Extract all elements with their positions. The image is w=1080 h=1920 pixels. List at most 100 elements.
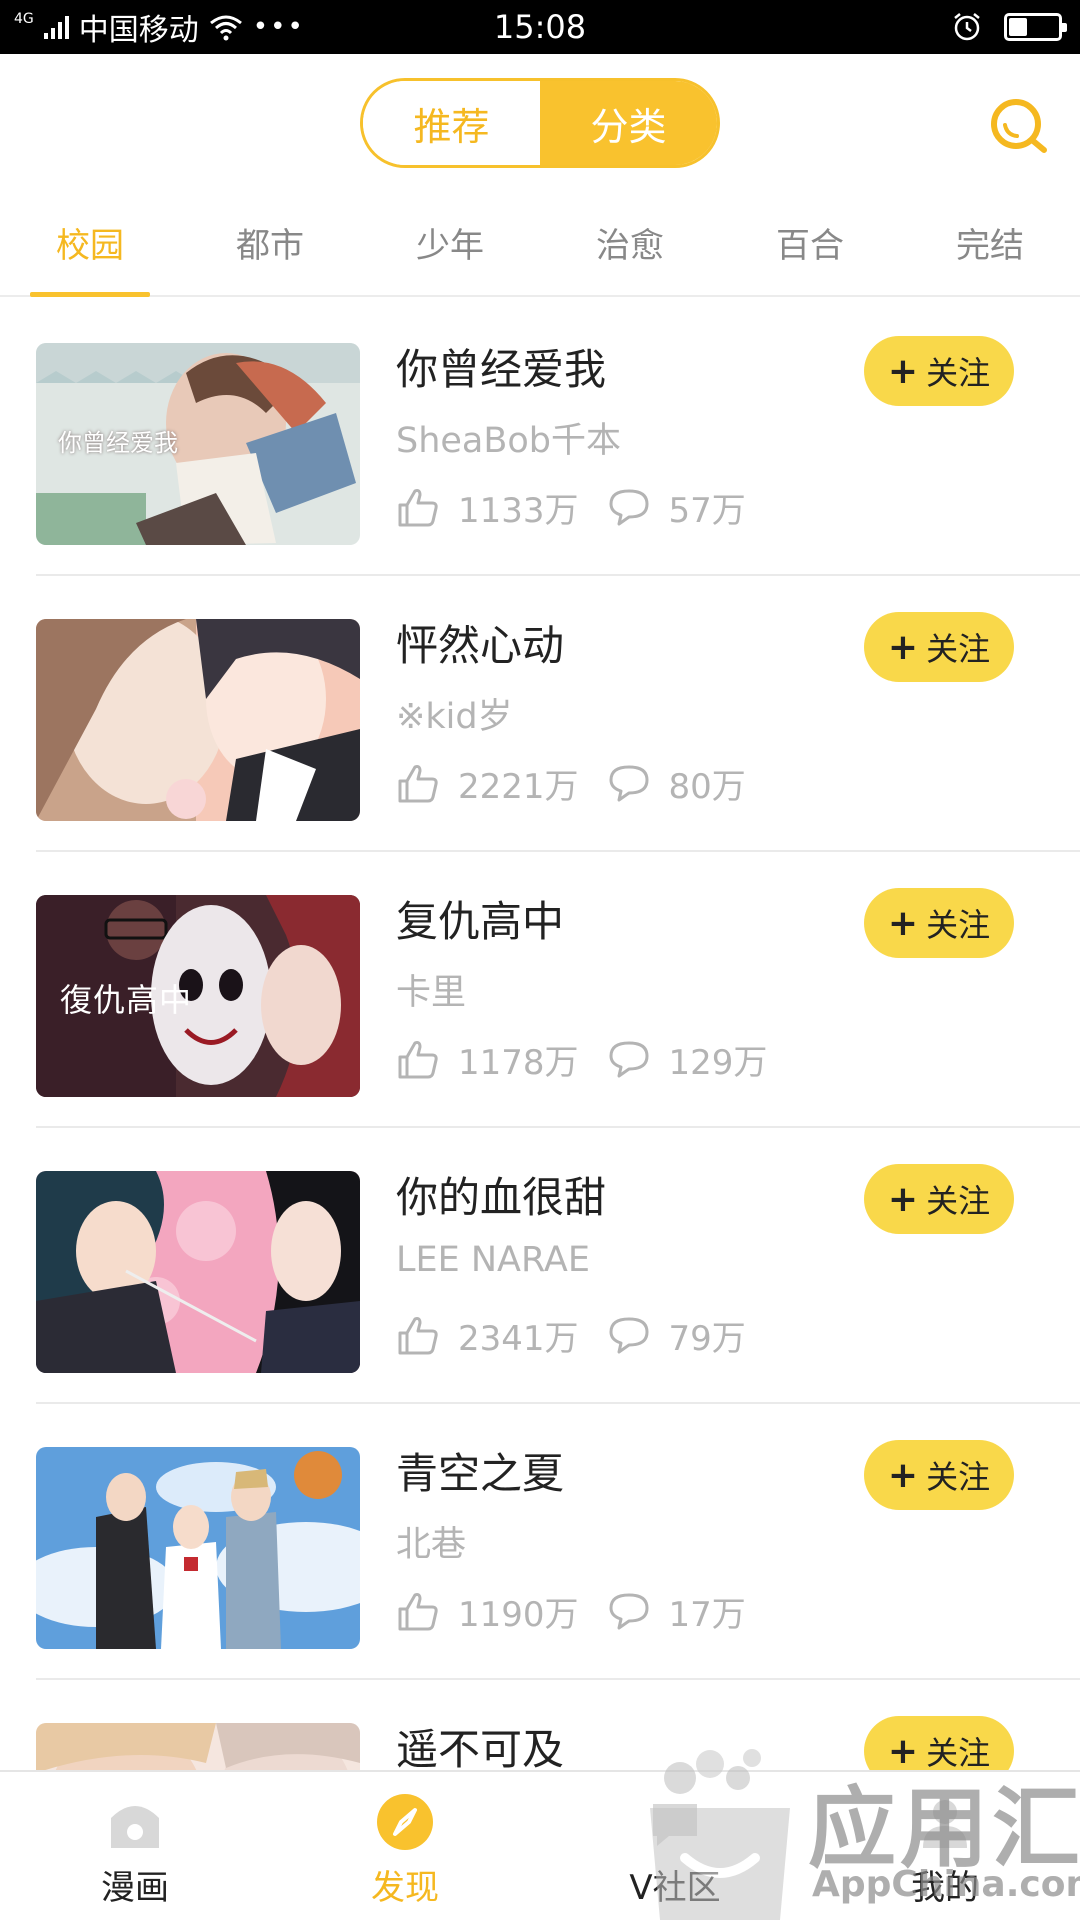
comic-stats: 2341万 79万 [396, 1313, 774, 1359]
list-item[interactable]: 怦然心动 ※kid岁 2221万 80万 + 关注 [0, 576, 1080, 852]
like-icon [398, 1317, 438, 1355]
tab-youth[interactable]: 少年 [380, 218, 520, 267]
status-bar: 4G 中国移动 ••• 15:08 [0, 0, 1080, 54]
home-icon [111, 1806, 159, 1848]
comic-author: SheaBob千本 [396, 421, 622, 461]
plus-icon: + [887, 902, 919, 944]
follow-label: 关注 [926, 906, 991, 944]
like-count: 2341万 [458, 1318, 579, 1359]
comic-stats: 1190万 17万 [396, 1589, 774, 1635]
comic-author: 北巷 [396, 1525, 467, 1565]
tab-completed[interactable]: 完结 [920, 218, 1060, 267]
like-icon [398, 1041, 438, 1079]
list-item[interactable]: 你曾经爱我 你曾经爱我 SheaBob千本 1133万 57万 + 关注 [0, 300, 1080, 576]
like-count: 2221万 [458, 766, 579, 807]
follow-button[interactable]: + 关注 [864, 1164, 1014, 1234]
community-icon [653, 1804, 697, 1846]
search-icon[interactable] [988, 96, 1050, 158]
comic-title[interactable]: 你的血很甜 [396, 1164, 606, 1225]
comic-title[interactable]: 你曾经爱我 [396, 336, 606, 397]
comic-cover[interactable]: 復仇高中 [36, 895, 360, 1097]
list-item[interactable]: 遥不可及 + 关注 [0, 1680, 1080, 1770]
wifi-icon [209, 15, 242, 41]
tab-yuri[interactable]: 百合 [740, 218, 880, 267]
comment-icon [609, 1317, 649, 1354]
alarm-icon [954, 13, 980, 41]
comic-author: ※kid岁 [396, 697, 513, 737]
list-item[interactable]: 青空之夏 北巷 1190万 17万 + 关注 [0, 1404, 1080, 1680]
follow-button[interactable]: + 关注 [864, 612, 1014, 682]
list-item[interactable]: 復仇高中 复仇高中 卡里 1178万 129万 + 关注 [0, 852, 1080, 1128]
signal-icon [43, 15, 69, 39]
plus-icon: + [887, 1730, 919, 1771]
carrier-name: 中国移动 [78, 13, 199, 48]
nav-label: 我的 [911, 1868, 979, 1908]
tab-indicator [30, 292, 150, 297]
tab-campus[interactable]: 校园 [20, 218, 160, 267]
discover-icon [377, 1794, 433, 1850]
follow-button[interactable]: + 关注 [864, 1440, 1014, 1510]
follow-button[interactable]: + 关注 [864, 336, 1014, 406]
like-icon [398, 1593, 438, 1631]
plus-icon: + [887, 1178, 919, 1220]
comic-title[interactable]: 复仇高中 [396, 888, 564, 949]
like-count: 1133万 [458, 490, 579, 531]
cover-title-text: 你曾经爱我 [58, 431, 178, 457]
follow-label: 关注 [926, 1182, 991, 1220]
network-type: 4G [14, 11, 34, 27]
comic-cover[interactable] [36, 619, 360, 821]
cover-title-text: 復仇高中 [60, 982, 193, 1018]
comic-title[interactable]: 遥不可及 [396, 1716, 564, 1770]
comment-count: 79万 [668, 1318, 746, 1359]
segment-category[interactable]: 分类 [540, 81, 717, 165]
comment-count: 129万 [668, 1042, 768, 1083]
follow-label: 关注 [926, 630, 991, 668]
comic-title[interactable]: 怦然心动 [396, 612, 564, 673]
comic-stats: 1178万 129万 [396, 1037, 795, 1083]
comic-stats: 1133万 57万 [396, 485, 774, 531]
nav-label: 漫画 [101, 1868, 169, 1908]
comic-cover[interactable] [36, 1171, 360, 1373]
comment-count: 57万 [668, 490, 746, 531]
list-item[interactable]: 你的血很甜 LEE NARAE 2341万 79万 + 关注 [0, 1128, 1080, 1404]
plus-icon: + [887, 626, 919, 668]
nav-community[interactable]: V社区 [540, 1772, 810, 1920]
comment-icon [609, 489, 649, 526]
more-dots: ••• [252, 12, 305, 42]
bottom-nav: 漫画 发现 V社区 我的 [0, 1770, 1080, 1920]
battery-icon [1004, 13, 1067, 41]
like-icon [398, 489, 438, 527]
nav-profile[interactable]: 我的 [810, 1772, 1080, 1920]
tab-urban[interactable]: 都市 [200, 218, 340, 267]
comic-author: 卡里 [396, 973, 467, 1013]
follow-label: 关注 [926, 1734, 991, 1770]
nav-label: V社区 [629, 1868, 721, 1908]
segment-control: 推荐 分类 [360, 78, 720, 168]
comic-cover[interactable] [36, 1447, 360, 1649]
segment-recommend[interactable]: 推荐 [363, 81, 540, 165]
follow-label: 关注 [926, 354, 991, 392]
status-right [952, 0, 1067, 54]
tab-healing[interactable]: 治愈 [560, 218, 700, 267]
like-count: 1178万 [458, 1042, 579, 1083]
status-left: 4G 中国移动 ••• [14, 0, 305, 54]
follow-button[interactable]: + 关注 [864, 1716, 1014, 1770]
comment-count: 17万 [668, 1594, 746, 1635]
like-count: 1190万 [458, 1594, 579, 1635]
nav-comics[interactable]: 漫画 [0, 1772, 270, 1920]
comic-stats: 2221万 80万 [396, 761, 774, 807]
comic-cover[interactable]: 你曾经爱我 [36, 343, 360, 545]
comic-cover[interactable] [36, 1723, 360, 1770]
comment-count: 80万 [668, 766, 746, 807]
nav-discover[interactable]: 发现 [270, 1772, 540, 1920]
profile-icon [923, 1800, 967, 1848]
comic-list[interactable]: 你曾经爱我 你曾经爱我 SheaBob千本 1133万 57万 + 关注 怦然心… [0, 300, 1080, 1770]
comment-icon [609, 1593, 649, 1630]
comment-icon [609, 1041, 649, 1078]
comment-icon [609, 765, 649, 802]
plus-icon: + [887, 1454, 919, 1496]
comic-title[interactable]: 青空之夏 [396, 1440, 564, 1501]
follow-button[interactable]: + 关注 [864, 888, 1014, 958]
follow-label: 关注 [926, 1458, 991, 1496]
nav-label: 发现 [371, 1868, 439, 1908]
